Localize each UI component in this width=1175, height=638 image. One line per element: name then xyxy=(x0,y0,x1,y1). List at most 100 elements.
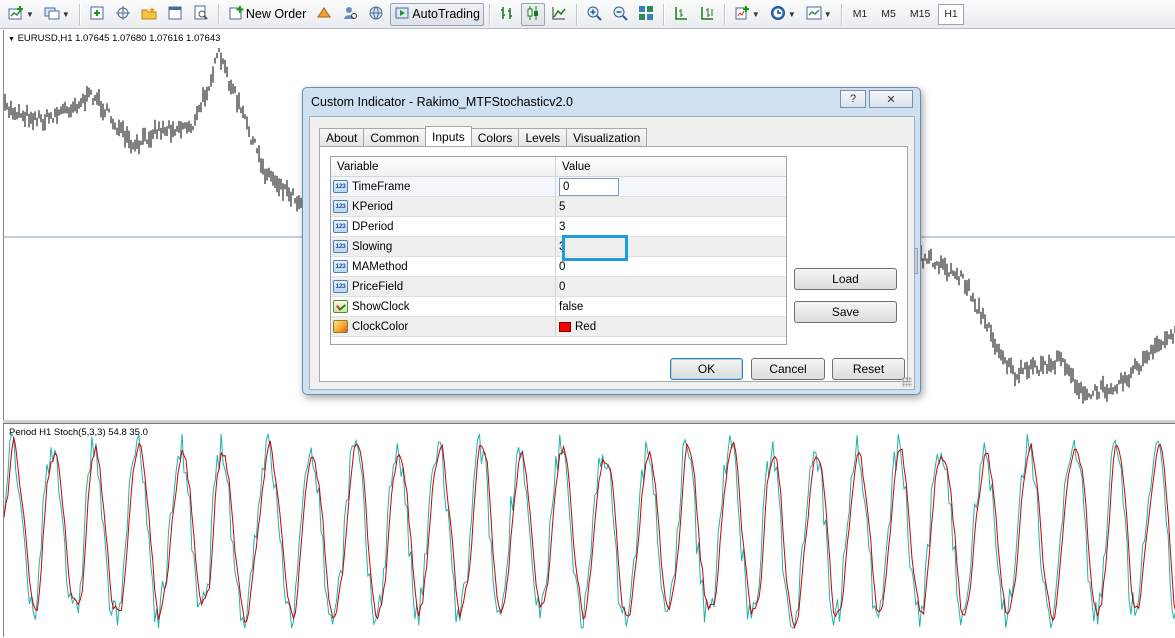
candlestick-icon xyxy=(525,5,541,24)
custom-indicator-dialog: Custom Indicator - Rakimo_MTFStochasticv… xyxy=(302,87,921,395)
profiles-icon xyxy=(44,5,60,24)
reset-button[interactable]: Reset xyxy=(832,358,905,380)
toolbar-separator xyxy=(575,3,577,25)
input-name: MAMethod xyxy=(352,260,408,273)
chevron-down-icon: ▼ xyxy=(787,9,796,19)
timeframe-m15-button[interactable]: M15 xyxy=(904,4,936,25)
input-row-kperiod[interactable]: 123 KPeriod 5 xyxy=(331,197,786,217)
toolbar-separator xyxy=(840,3,842,25)
tab-about[interactable]: About xyxy=(319,128,365,146)
color-type-icon xyxy=(333,320,348,333)
zoom-in-button[interactable] xyxy=(582,3,606,26)
stochastic-chart-plot xyxy=(4,432,1175,629)
toolbar-separator xyxy=(662,3,664,25)
input-row-slowing[interactable]: 123 Slowing 3 xyxy=(331,237,786,257)
navigator-button[interactable] xyxy=(111,3,135,26)
main-toolbar: ▼ ▼ New Order AutoTrading ▼ ▼ ▼ M1 M5 M1… xyxy=(0,0,1175,29)
timeframe-m5-button[interactable]: M5 xyxy=(875,4,902,25)
input-row-clockcolor[interactable]: ClockColor Red xyxy=(331,317,786,337)
integer-type-icon: 123 xyxy=(333,200,348,213)
autoscroll-button[interactable] xyxy=(695,3,719,26)
chart-shift-icon xyxy=(673,5,689,24)
color-swatch xyxy=(559,321,571,332)
strategy-tester-button[interactable] xyxy=(189,3,213,26)
chevron-down-icon: ▼ xyxy=(823,9,832,19)
input-value[interactable]: 0 xyxy=(556,257,786,276)
close-icon: ✕ xyxy=(886,93,896,106)
stochastic-chart-label: Period H1 Stoch(5,3,3) 54.8 35.0 xyxy=(9,427,148,438)
dialog-body: About Common Inputs Colors Levels Visual… xyxy=(309,116,915,390)
input-row-dperiod[interactable]: 123 DPeriod 3 xyxy=(331,217,786,237)
folder-star-icon xyxy=(141,5,157,24)
tile-windows-button[interactable] xyxy=(634,3,658,26)
metaeditor-icon xyxy=(316,5,332,24)
tab-inputs[interactable]: Inputs xyxy=(425,126,472,146)
resize-grip-icon[interactable] xyxy=(902,377,912,387)
template-icon xyxy=(806,5,822,24)
chart-scroll-handle[interactable] xyxy=(914,248,918,274)
zoom-out-icon xyxy=(612,5,628,24)
load-button[interactable]: Load xyxy=(794,268,897,290)
toolbar-separator xyxy=(488,3,490,25)
column-header-value[interactable]: Value xyxy=(556,157,786,176)
market-button[interactable] xyxy=(364,3,388,26)
candlestick-button[interactable] xyxy=(520,2,545,26)
ok-button[interactable]: OK xyxy=(670,358,743,380)
chart-shift-button[interactable] xyxy=(669,3,693,26)
indicators-icon xyxy=(734,5,750,24)
help-icon: ? xyxy=(849,93,857,105)
tab-visualization[interactable]: Visualization xyxy=(566,128,648,146)
signals-button[interactable] xyxy=(338,3,362,26)
input-value[interactable]: 3 xyxy=(556,217,786,236)
periods-button[interactable]: ▼ xyxy=(766,3,800,26)
bar-chart-icon xyxy=(499,5,515,24)
magnifier-document-icon xyxy=(193,5,209,24)
tab-levels[interactable]: Levels xyxy=(518,128,568,146)
person-search-icon xyxy=(342,5,358,24)
new-chart-icon xyxy=(8,5,24,24)
stochastic-chart[interactable]: Period H1 Stoch(5,3,3) 54.8 35.0 xyxy=(3,423,1175,637)
timeframe-m1-button[interactable]: M1 xyxy=(847,4,874,25)
input-name: Slowing xyxy=(352,240,393,253)
column-header-variable[interactable]: Variable xyxy=(331,157,556,176)
tab-common[interactable]: Common xyxy=(363,128,427,146)
chevron-down-icon: ▼ xyxy=(26,9,34,19)
timeframe-value-input[interactable]: 0 xyxy=(559,177,619,196)
input-row-mamethod[interactable]: 123 MAMethod 0 xyxy=(331,257,786,277)
timeframe-h1-button[interactable]: H1 xyxy=(938,3,964,25)
input-value[interactable]: 0 xyxy=(556,277,786,296)
zoom-out-button[interactable] xyxy=(608,3,632,26)
boolean-type-icon xyxy=(333,300,348,313)
input-row-pricefield[interactable]: 123 PriceField 0 xyxy=(331,277,786,297)
market-watch-button[interactable] xyxy=(85,3,109,26)
favorites-button[interactable] xyxy=(137,3,161,26)
crosshair-move-icon xyxy=(115,5,131,24)
new-order-button[interactable]: New Order xyxy=(224,3,310,26)
input-name: ShowClock xyxy=(352,300,410,313)
templates-button[interactable]: ▼ xyxy=(802,3,836,26)
autotrading-button[interactable]: AutoTrading xyxy=(390,2,484,26)
new-chart-button[interactable]: ▼ xyxy=(4,3,38,26)
integer-type-icon: 123 xyxy=(333,280,348,293)
input-value[interactable]: 5 xyxy=(556,197,786,216)
help-button[interactable]: ? xyxy=(840,90,866,108)
input-value[interactable]: false xyxy=(556,297,786,316)
inputs-grid: Variable Value 123 TimeFrame 0 123 KPeriod… xyxy=(330,156,787,345)
input-row-showclock[interactable]: ShowClock false xyxy=(331,297,786,317)
cancel-button[interactable]: Cancel xyxy=(751,358,825,380)
metaeditor-button[interactable] xyxy=(312,3,336,26)
clock-color-value[interactable]: Red xyxy=(556,317,786,336)
terminal-button[interactable] xyxy=(163,3,187,26)
profiles-button[interactable]: ▼ xyxy=(40,3,74,26)
indicators-button[interactable]: ▼ xyxy=(730,3,764,26)
tab-colors[interactable]: Colors xyxy=(470,128,520,146)
input-value[interactable]: 3 xyxy=(556,237,786,256)
close-button[interactable]: ✕ xyxy=(869,90,913,108)
input-name: ClockColor xyxy=(352,320,409,333)
input-row-timeframe[interactable]: 123 TimeFrame 0 xyxy=(331,177,786,197)
terminal-window-icon xyxy=(167,5,183,24)
toolbar-separator xyxy=(723,3,725,25)
save-button[interactable]: Save xyxy=(794,301,897,323)
bar-chart-button[interactable] xyxy=(495,3,519,26)
line-chart-button[interactable] xyxy=(547,3,571,26)
